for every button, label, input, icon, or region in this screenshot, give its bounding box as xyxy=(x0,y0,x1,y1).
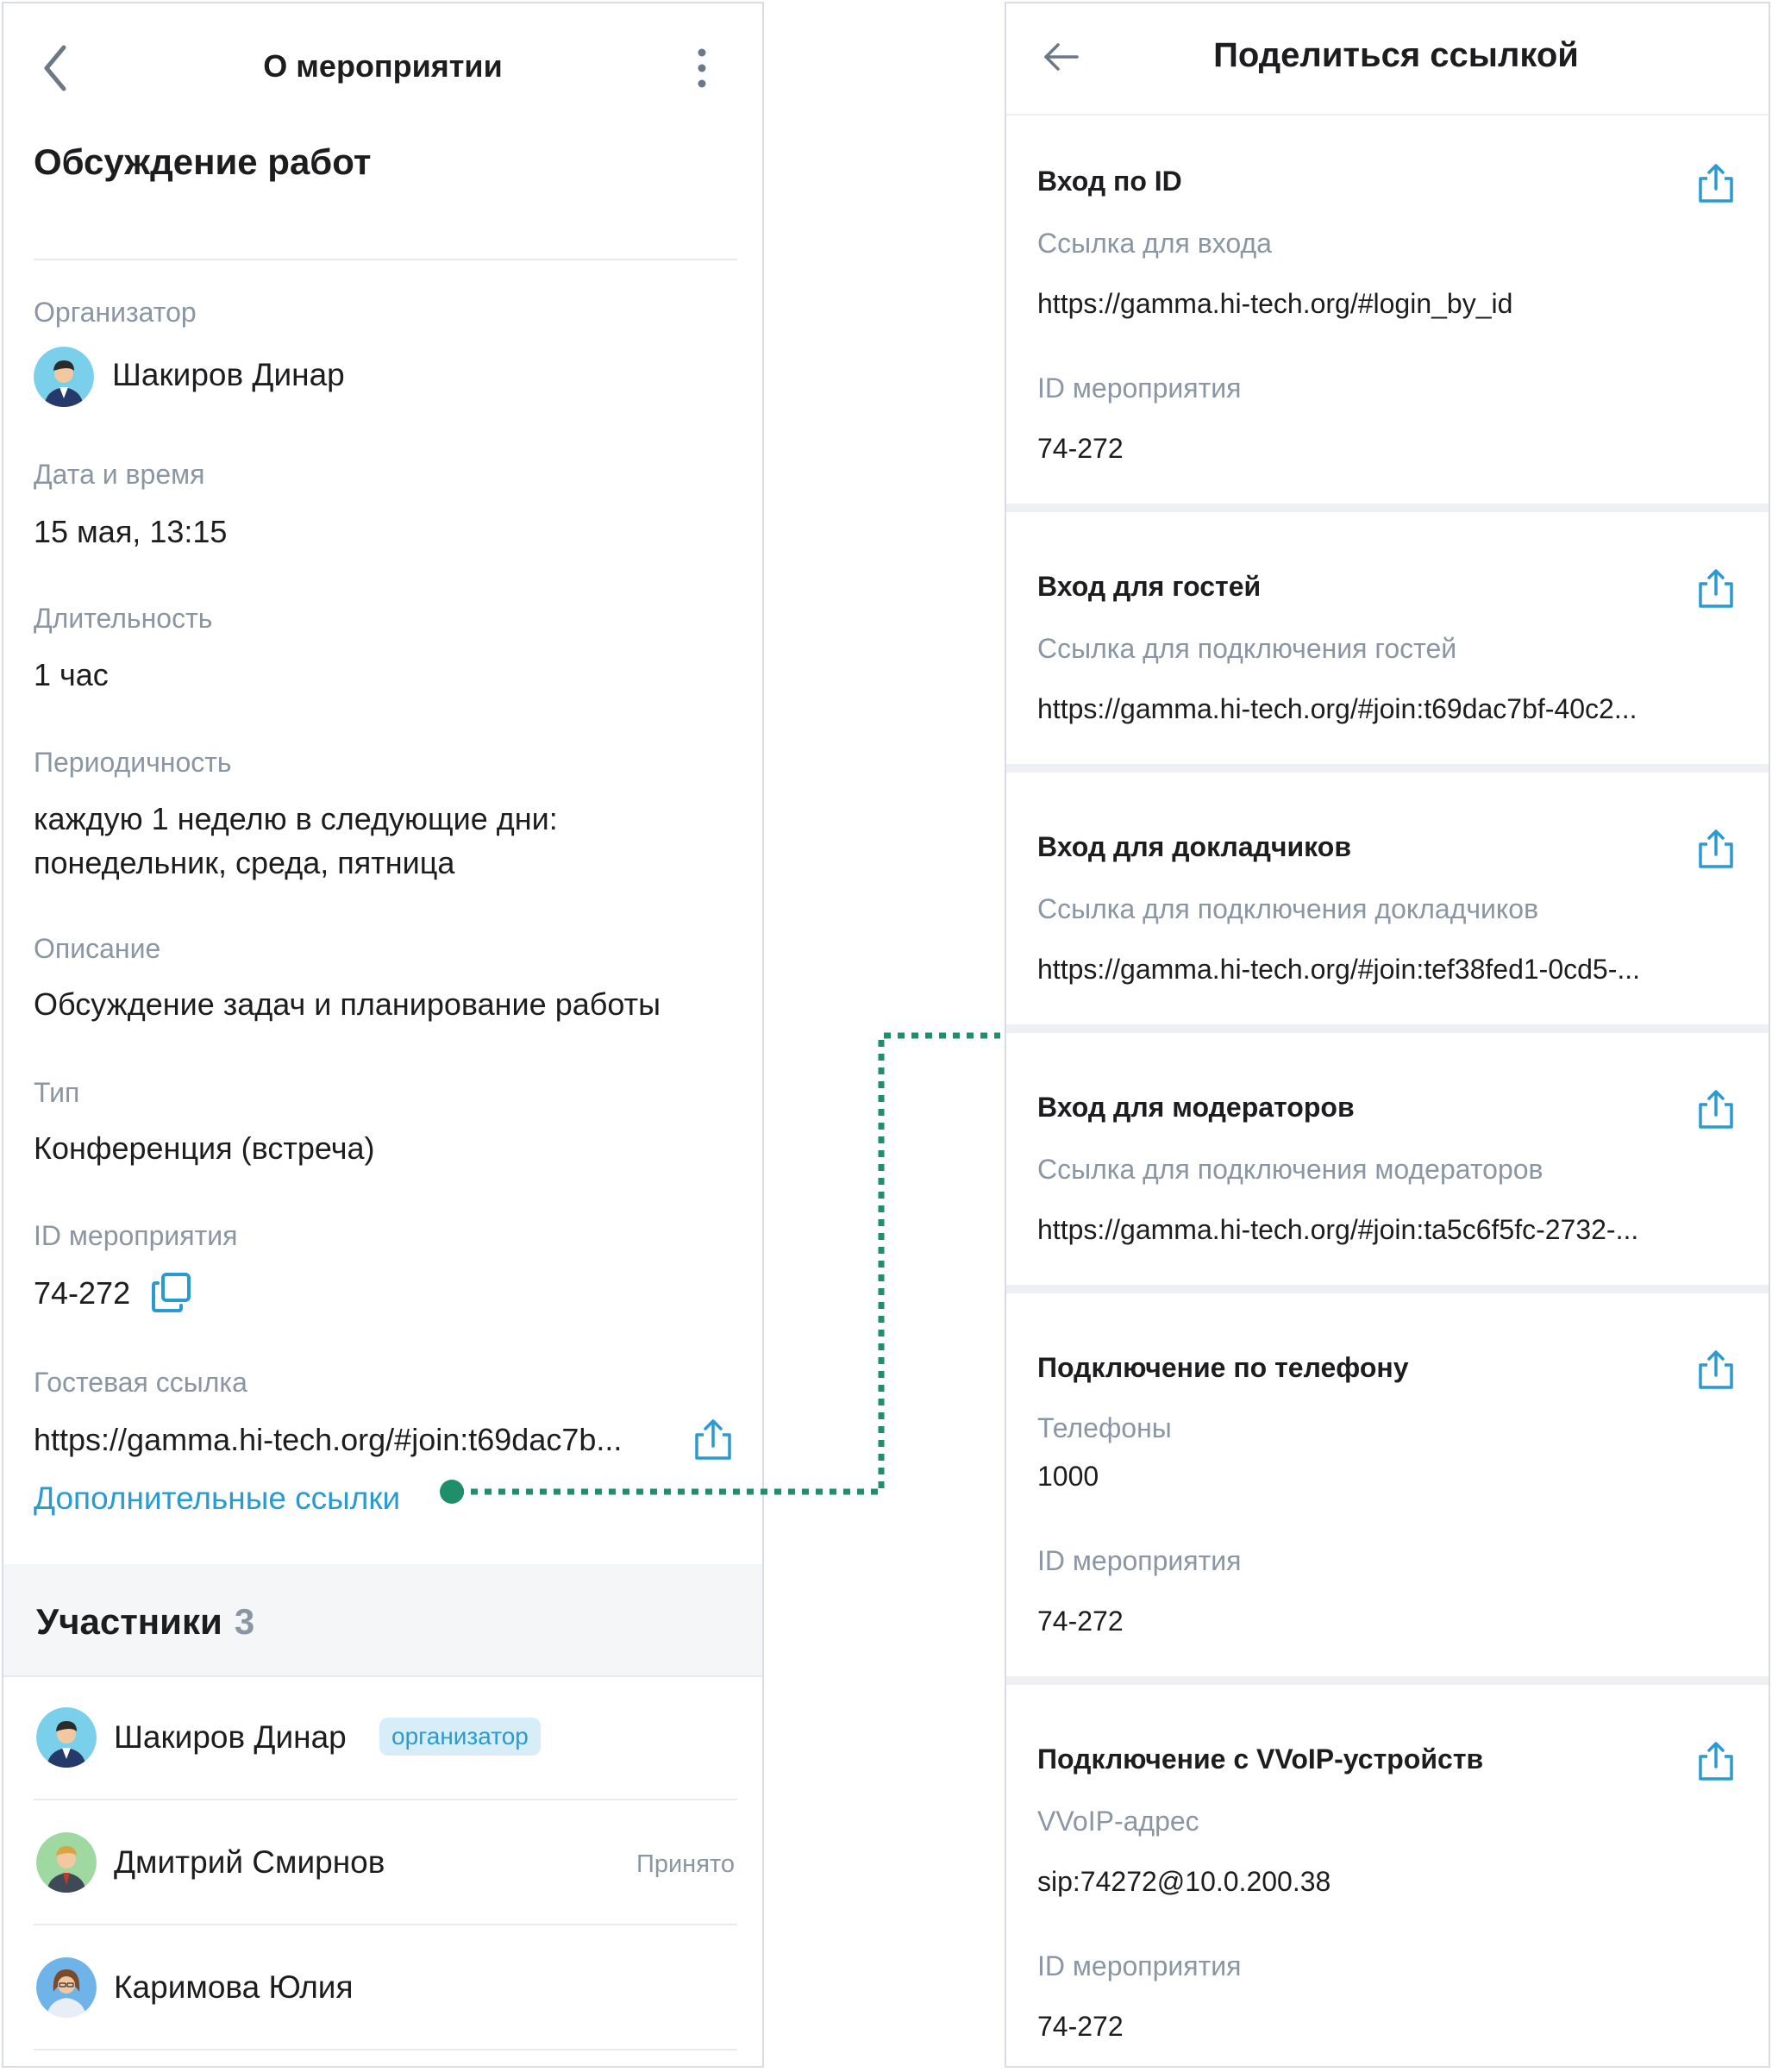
recurrence-label: Периодичность xyxy=(34,747,232,778)
share-icon[interactable] xyxy=(1696,828,1736,871)
divider xyxy=(3,1675,762,1677)
event-id-label: ID мероприятия xyxy=(34,1220,238,1251)
event-details-screen: О мероприятии Обсуждение работ Организат… xyxy=(2,2,764,2068)
participants-title: Участники 3 xyxy=(36,1601,254,1643)
section-label: ID мероприятия xyxy=(1037,1950,1242,1981)
section-divider xyxy=(1006,1285,1769,1293)
section-label: ID мероприятия xyxy=(1037,1545,1242,1576)
section-value[interactable]: https://gamma.hi-tech.org/#join:tef38fed… xyxy=(1037,954,1640,986)
section-title: Подключение с VVoIP-устройств xyxy=(1037,1743,1484,1775)
share-title: Поделиться ссылкой xyxy=(1213,36,1579,74)
section-value[interactable]: 74-272 xyxy=(1037,1606,1124,1637)
divider xyxy=(34,1799,737,1800)
section-label: Ссылка для подключения модераторов xyxy=(1037,1154,1543,1185)
avatar-icon xyxy=(36,1832,97,1893)
type-label: Тип xyxy=(34,1077,80,1108)
participant-status: Принято xyxy=(636,1850,735,1878)
section-divider xyxy=(1006,764,1769,773)
participant-avatar xyxy=(36,1957,97,2018)
recurrence-value-line2: понедельник, среда, пятница xyxy=(34,845,455,880)
duration-label: Длительность xyxy=(34,603,213,634)
description-label: Описание xyxy=(34,933,161,964)
avatar-icon xyxy=(34,347,94,407)
avatar-icon xyxy=(36,1707,97,1768)
datetime-label: Дата и время xyxy=(34,459,205,490)
section-value[interactable]: https://gamma.hi-tech.org/#join:t69dac7b… xyxy=(1037,693,1637,725)
copy-icon[interactable] xyxy=(150,1271,193,1314)
event-id-value: 74-272 xyxy=(34,1275,131,1311)
description-value: Обсуждение задач и планирование работы xyxy=(34,986,661,1022)
section-title: Вход для докладчиков xyxy=(1037,831,1351,862)
section-title: Вход для гостей xyxy=(1037,571,1262,602)
section-label: Ссылка для подключения гостей xyxy=(1037,633,1457,664)
section-title: Вход для модераторов xyxy=(1037,1092,1355,1123)
more-links-button[interactable]: Дополнительные ссылки xyxy=(34,1480,400,1517)
share-icon[interactable] xyxy=(1696,1740,1736,1783)
organizer-label: Организатор xyxy=(34,297,197,328)
participant-name[interactable]: Каримова Юлия xyxy=(114,1969,354,2006)
type-value: Конференция (встреча) xyxy=(34,1130,375,1166)
event-header: О мероприятии xyxy=(3,3,762,133)
section-label: ID мероприятия xyxy=(1037,372,1242,404)
section-value[interactable]: https://gamma.hi-tech.org/#join:ta5c6f5f… xyxy=(1037,1214,1638,1246)
event-title: Обсуждение работ xyxy=(34,141,372,182)
guest-link-value[interactable]: https://gamma.hi-tech.org/#join:t69dac7b… xyxy=(34,1418,622,1462)
section-value[interactable]: 1000 xyxy=(1037,1461,1099,1493)
divider xyxy=(34,1924,737,1925)
share-icon[interactable] xyxy=(1696,1349,1736,1392)
participants-count: 3 xyxy=(234,1601,255,1642)
divider xyxy=(34,259,737,260)
share-icon[interactable] xyxy=(1696,567,1736,610)
section-divider xyxy=(1006,1024,1769,1033)
section-title: Вход по ID xyxy=(1037,166,1182,197)
share-header: Поделиться ссылкой xyxy=(1006,3,1769,116)
participants-title-text: Участники xyxy=(36,1601,222,1642)
share-icon[interactable] xyxy=(1696,162,1736,205)
section-value[interactable]: sip:74272@10.0.200.38 xyxy=(1037,1866,1331,1898)
participant-name[interactable]: Дмитрий Смирнов xyxy=(114,1844,385,1881)
participant-name[interactable]: Шакиров Динар xyxy=(114,1719,347,1756)
section-value[interactable]: https://gamma.hi-tech.org/#login_by_id xyxy=(1037,288,1512,320)
participant-avatar xyxy=(36,1832,97,1893)
section-value[interactable]: 74-272 xyxy=(1037,433,1124,465)
section-label: Ссылка для подключения докладчиков xyxy=(1037,893,1539,924)
duration-value: 1 час xyxy=(34,657,109,692)
participant-avatar xyxy=(36,1707,97,1768)
datetime-value: 15 мая, 13:15 xyxy=(34,514,228,549)
section-label: Ссылка для входа xyxy=(1037,228,1272,259)
share-icon[interactable] xyxy=(692,1418,735,1462)
share-icon[interactable] xyxy=(1696,1088,1736,1131)
avatar-icon xyxy=(36,1957,97,2018)
organizer-avatar xyxy=(34,347,94,407)
section-title: Подключение по телефону xyxy=(1037,1352,1409,1383)
section-divider xyxy=(1006,504,1769,512)
section-label: VVoIP-адрес xyxy=(1037,1806,1199,1837)
organizer-badge: организатор xyxy=(379,1718,541,1756)
section-label: Телефоны xyxy=(1037,1412,1172,1443)
more-vertical-icon[interactable] xyxy=(693,42,711,94)
share-link-screen: Поделиться ссылкой Вход по ID Ссылка для… xyxy=(1005,2,1770,2068)
divider xyxy=(34,2049,737,2050)
guest-link-label: Гостевая ссылка xyxy=(34,1367,247,1398)
section-divider xyxy=(1006,1676,1769,1685)
section-value[interactable]: 74-272 xyxy=(1037,2011,1124,2043)
recurrence-value-line1: каждую 1 неделю в следующие дни: xyxy=(34,801,558,836)
header-title: О мероприятии xyxy=(263,48,503,84)
organizer-name[interactable]: Шакиров Динар xyxy=(112,357,345,393)
